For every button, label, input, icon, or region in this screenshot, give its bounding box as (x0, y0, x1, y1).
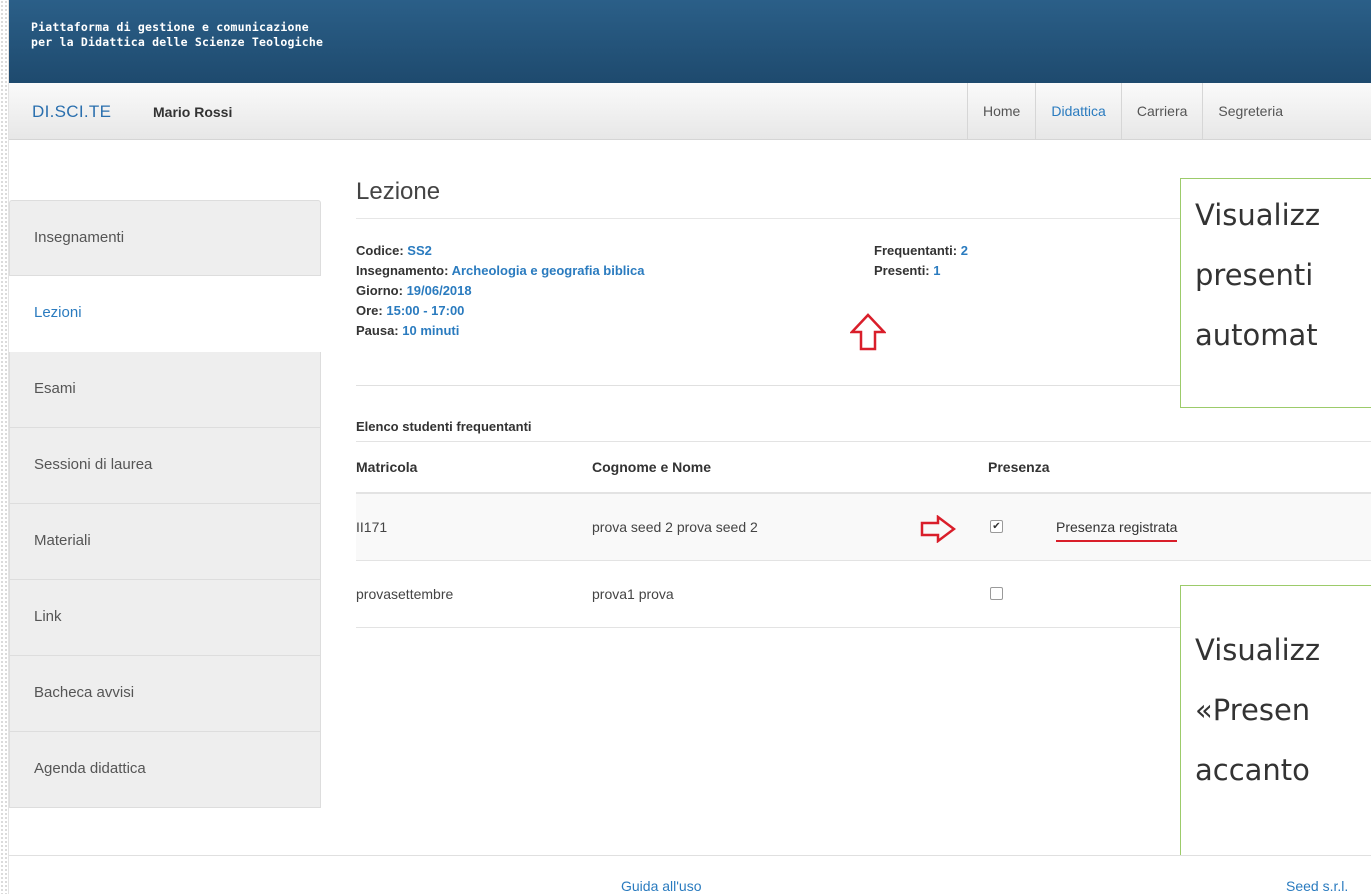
sidebar-menu: Insegnamenti Lezioni Esami Sessioni di l… (9, 200, 321, 808)
info-presenti: Presenti: 1 (874, 263, 941, 278)
giorno-value: 19/06/2018 (406, 283, 472, 298)
cell-matricola: II171 (356, 519, 388, 535)
sidebar-item-link[interactable]: Link (9, 580, 321, 656)
nav-home[interactable]: Home (967, 83, 1035, 139)
giorno-label: Giorno: (356, 283, 403, 298)
callout-line: Visualizz (1195, 633, 1321, 667)
sidebar-item-insegnamenti[interactable]: Insegnamenti (9, 200, 321, 276)
callout-line: presenti (1195, 258, 1314, 292)
nav-didattica[interactable]: Didattica (1035, 83, 1120, 139)
annotation-arrow-up-icon (850, 313, 886, 351)
table-header: Matricola Cognome e Nome Presenza (356, 441, 1371, 494)
presenti-value: 1 (933, 263, 941, 278)
callout-line: automat (1195, 318, 1318, 352)
nav-carriera[interactable]: Carriera (1120, 83, 1203, 139)
guide-link[interactable]: Guida all'uso (621, 878, 702, 894)
sidebar-item-sessioni-di-laurea[interactable]: Sessioni di laurea (9, 428, 321, 504)
user-name: Mario Rossi (153, 104, 233, 120)
sidebar-item-agenda-didattica[interactable]: Agenda didattica (9, 732, 321, 808)
students-list-title: Elenco studenti frequentanti (356, 419, 532, 434)
col-cognome-nome: Cognome e Nome (592, 459, 712, 475)
frequentanti-label: Frequentanti: (874, 243, 958, 258)
banner-line-2: per la Didattica delle Scienze Teologich… (31, 35, 324, 49)
cell-matricola: provasettembre (356, 586, 454, 602)
page-edge-strip (0, 0, 9, 894)
cell-nome: prova1 prova (592, 586, 674, 602)
callout-line: accanto (1195, 753, 1310, 787)
company-link[interactable]: Seed s.r.l. (1286, 878, 1348, 894)
navbar: DI.SCI.TE Mario Rossi Home Didattica Car… (9, 83, 1371, 140)
frequentanti-value: 2 (960, 243, 968, 258)
col-matricola: Matricola (356, 459, 418, 475)
ore-label: Ore: (356, 303, 383, 318)
annotation-callout-top: Visualizz presenti automat (1180, 178, 1371, 408)
brand-link[interactable]: DI.SCI.TE (32, 102, 111, 122)
top-banner: Piattaforma di gestione e comunicazione … (9, 0, 1371, 83)
insegnamento-value: Archeologia e geografia biblica (451, 263, 645, 278)
presenti-label: Presenti: (874, 263, 930, 278)
sidebar-item-materiali[interactable]: Materiali (9, 504, 321, 580)
banner-line-1: Piattaforma di gestione e comunicazione (31, 20, 309, 34)
footer: Guida all'uso Seed s.r.l. (9, 855, 1371, 894)
annotation-arrow-right-icon (920, 515, 956, 543)
info-ore: Ore: 15:00 - 17:00 (356, 303, 464, 318)
sidebar-item-esami[interactable]: Esami (9, 352, 321, 428)
annotation-callout-bottom: Visualizz «Presen accanto (1180, 585, 1371, 865)
cell-nome: prova seed 2 prova seed 2 (592, 519, 758, 535)
presence-checkbox-checked[interactable]: ✔ (990, 520, 1003, 533)
codice-value: SS2 (407, 243, 432, 258)
info-frequentanti: Frequentanti: 2 (874, 243, 968, 258)
sidebar-item-bacheca-avvisi[interactable]: Bacheca avvisi (9, 656, 321, 732)
info-pausa: Pausa: 10 minuti (356, 323, 459, 338)
pausa-label: Pausa: (356, 323, 399, 338)
nav-links: Home Didattica Carriera Segreteria (967, 83, 1298, 139)
presence-status: Presenza registrata (1056, 519, 1178, 542)
callout-line: Visualizz (1195, 198, 1321, 232)
sidebar-item-lezioni[interactable]: Lezioni (9, 276, 321, 352)
table-row: II171 prova seed 2 prova seed 2 ✔ Presen… (356, 494, 1371, 561)
codice-label: Codice: (356, 243, 404, 258)
nav-segreteria[interactable]: Segreteria (1202, 83, 1298, 139)
pausa-value: 10 minuti (402, 323, 460, 338)
insegnamento-label: Insegnamento: (356, 263, 449, 278)
presence-checkbox[interactable] (990, 587, 1003, 600)
info-insegnamento: Insegnamento: Archeologia e geografia bi… (356, 263, 645, 278)
col-presenza: Presenza (988, 459, 1050, 475)
info-giorno: Giorno: 19/06/2018 (356, 283, 472, 298)
ore-value: 15:00 - 17:00 (386, 303, 465, 318)
callout-line: «Presen (1195, 693, 1311, 727)
info-codice: Codice: SS2 (356, 243, 432, 258)
